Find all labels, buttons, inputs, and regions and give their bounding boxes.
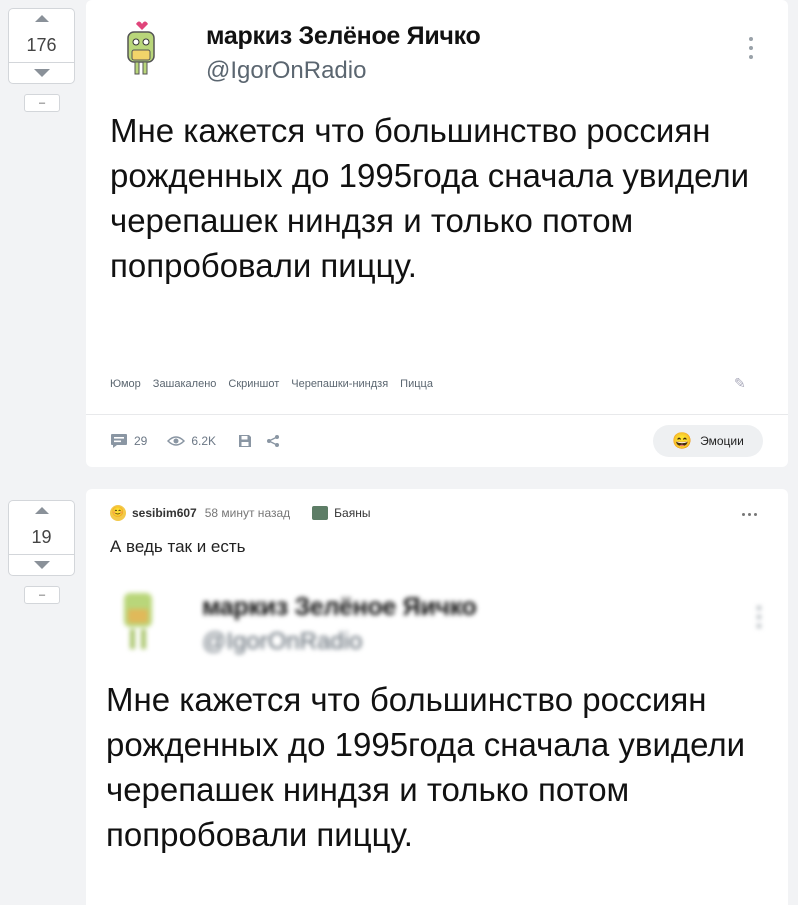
upvote-button[interactable] — [8, 500, 75, 520]
emoji-icon: 😄 — [672, 433, 693, 450]
tag[interactable]: Юмор — [110, 378, 141, 390]
tweet-text: Мне кажется что большинство россиян рожд… — [110, 112, 750, 284]
arrow-down-icon — [33, 561, 50, 569]
post-actions: 29 6.2K — [110, 433, 280, 449]
emotions-label: Эмоции — [700, 434, 744, 448]
rating-count: 176 — [8, 28, 75, 62]
community-icon — [312, 506, 329, 520]
community-name: Баяны — [334, 506, 371, 520]
minus-button[interactable]: – — [24, 94, 60, 112]
edit-tags-icon[interactable]: ✎ — [734, 375, 746, 392]
tag[interactable]: Скриншот — [228, 378, 279, 390]
tag[interactable]: Зашакалено — [153, 378, 217, 390]
share-icon — [267, 435, 280, 447]
tweet-avatar — [116, 18, 164, 76]
arrow-up-icon — [34, 15, 49, 22]
tweet-author-handle: @IgorOnRadio — [202, 628, 363, 655]
downvote-button[interactable] — [8, 62, 75, 84]
arrow-up-icon — [34, 507, 49, 514]
tweet-text: Мне кажется что большинство россиян рожд… — [106, 681, 746, 853]
more-vertical-icon[interactable] — [749, 37, 753, 59]
divider — [86, 414, 788, 415]
share-button[interactable] — [266, 434, 280, 448]
tweet-author-name: маркиз Зелёное Яичко — [202, 593, 477, 621]
eye-icon — [167, 436, 186, 446]
post-meta: 😊 sesibim607 58 минут назад Баяны — [110, 505, 370, 521]
tweet-author-name: маркиз Зелёное Яичко — [206, 22, 481, 50]
vote-column-post-2: 19 – — [8, 500, 76, 604]
community-link[interactable]: Баяны — [312, 506, 370, 520]
tweet-avatar — [116, 589, 164, 649]
downvote-button[interactable] — [8, 554, 75, 576]
minus-button[interactable]: – — [24, 586, 60, 604]
tag[interactable]: Пицца — [400, 378, 433, 390]
rating-count: 19 — [8, 520, 75, 554]
tag-list: Юмор Зашакалено Скриншот Черепашки-ниндз… — [110, 378, 433, 390]
views-count: 6.2K — [191, 434, 217, 448]
tag[interactable]: Черепашки-ниндзя — [291, 378, 388, 390]
post-time: 58 минут назад — [204, 506, 291, 520]
arrow-down-icon — [33, 69, 50, 77]
user-avatar[interactable]: 😊 — [110, 505, 126, 521]
more-vertical-icon — [757, 606, 761, 628]
emotions-button[interactable]: 😄 Эмоции — [653, 425, 763, 457]
tweet-author-handle: @IgorOnRadio — [206, 57, 367, 84]
post-card-2: 😊 sesibim607 58 минут назад Баяны А ведь… — [86, 489, 788, 905]
save-button[interactable] — [238, 434, 252, 448]
comments-count: 29 — [134, 434, 148, 448]
post-caption: А ведь так и есть — [110, 537, 246, 556]
comments-button[interactable]: 29 — [110, 433, 147, 449]
comment-icon — [111, 434, 127, 448]
tweet-header: маркиз Зелёное Яичко @IgorOnRadio — [116, 589, 477, 656]
save-icon — [239, 435, 252, 447]
views-counter: 6.2K — [167, 434, 216, 448]
tweet-header: маркиз Зелёное Яичко @IgorOnRadio — [116, 18, 481, 85]
author-link[interactable]: sesibim607 — [132, 506, 197, 520]
more-horizontal-icon[interactable] — [742, 513, 757, 516]
post-card-1: маркиз Зелёное Яичко @IgorOnRadio Мне ка… — [86, 0, 788, 467]
vote-column-post-1: 176 – — [8, 8, 76, 112]
upvote-button[interactable] — [8, 8, 75, 28]
